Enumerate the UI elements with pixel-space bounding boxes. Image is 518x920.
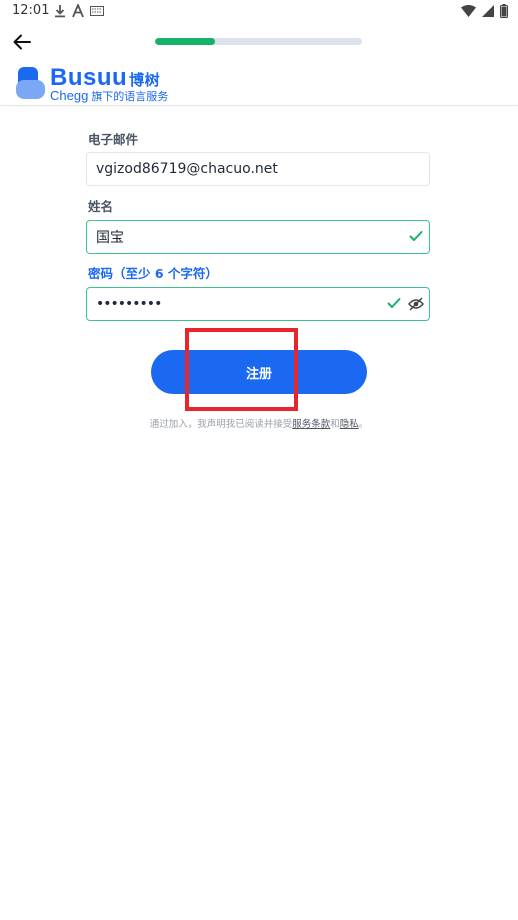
terms-and: 和 — [330, 419, 340, 430]
password-label: 密码（至少 6 个字符） — [88, 266, 218, 281]
brand-latin: Busuu — [50, 64, 128, 91]
brand-chinese: 博树 — [129, 72, 161, 89]
password-field-box[interactable] — [86, 287, 430, 321]
cell-signal-icon — [482, 5, 494, 17]
header-divider — [0, 105, 518, 106]
battery-icon — [500, 4, 508, 18]
progress-bar — [155, 38, 362, 45]
progress-fill — [155, 38, 216, 45]
password-valid-check-icon — [387, 298, 401, 308]
terms-prefix: 通过加入，我声明我已阅读并接受 — [149, 419, 293, 430]
name-valid-check-icon — [409, 231, 423, 241]
name-label: 姓名 — [88, 199, 114, 214]
notification-icon — [90, 6, 104, 16]
name-field-box[interactable] — [86, 220, 430, 254]
password-input[interactable] — [96, 288, 386, 320]
wifi-icon — [461, 5, 476, 17]
email-label: 电子邮件 — [88, 132, 139, 147]
eye-off-icon[interactable] — [408, 296, 424, 312]
signup-button[interactable]: 注册 — [151, 350, 367, 394]
terms-suffix: 。 — [358, 419, 369, 430]
back-button[interactable] — [8, 28, 36, 56]
chegg-label: Chegg — [50, 88, 89, 103]
terms-text: 通过加入，我声明我已阅读并接受服务条款和隐私。 — [0, 416, 518, 430]
busuu-logo-icon — [16, 67, 45, 99]
privacy-link[interactable]: 隐私 — [340, 419, 359, 430]
font-app-icon — [72, 4, 84, 18]
status-time: 12:01 — [12, 3, 50, 18]
download-icon — [55, 5, 65, 18]
sub-brand: Chegg 旗下的语言服务 — [50, 88, 168, 104]
name-input[interactable] — [96, 221, 386, 253]
email-input[interactable] — [96, 153, 386, 185]
status-bar: 12:01 — [0, 0, 518, 24]
sub-brand-text: 旗下的语言服务 — [91, 90, 169, 103]
terms-of-service-link[interactable]: 服务条款 — [292, 419, 330, 430]
arrow-left-icon — [13, 34, 31, 50]
email-field-box[interactable] — [86, 152, 430, 186]
